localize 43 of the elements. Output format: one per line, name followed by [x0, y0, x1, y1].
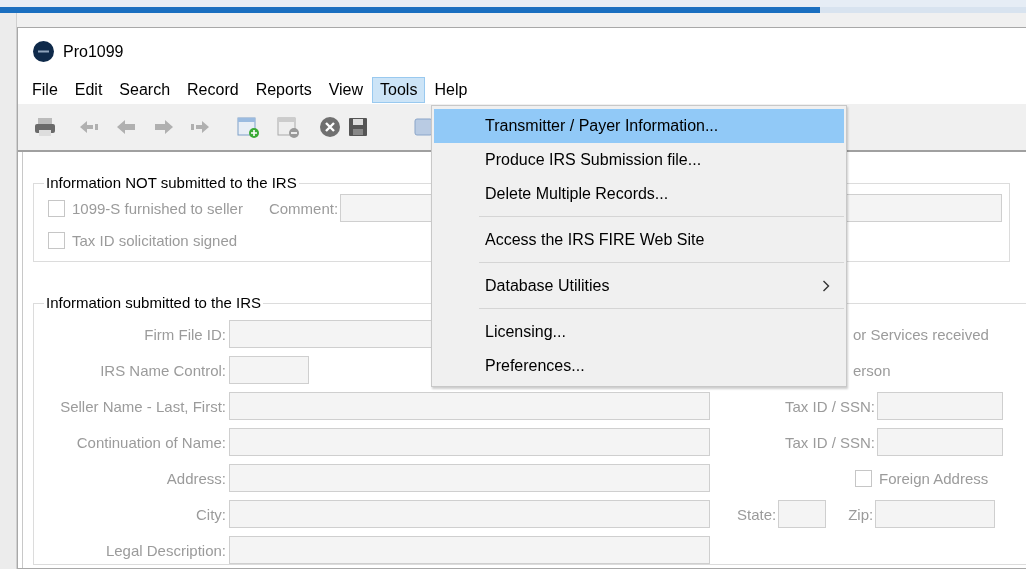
checkbox-label: erson: [853, 361, 891, 379]
menu-item[interactable]: Produce IRS Submission file...: [434, 143, 844, 177]
menu-item[interactable]: File: [24, 76, 66, 103]
field-label: State:: [737, 505, 777, 523]
checkbox-label: Tax ID solicitation signed: [72, 231, 238, 249]
checkbox-label: 1099-S furnished to seller: [72, 199, 243, 217]
menu-item[interactable]: Access the IRS FIRE Web Site: [434, 223, 844, 257]
menu-item[interactable]: Database Utilities: [434, 269, 844, 303]
cancel-icon[interactable]: [319, 116, 341, 138]
field-label: Comment:: [268, 199, 339, 217]
menu-item[interactable]: Tools: [372, 76, 426, 103]
printer-icon[interactable]: [34, 116, 56, 138]
menu-item[interactable]: Reports: [247, 76, 320, 103]
app-logo-icon: [33, 41, 54, 62]
field-label: Tax ID / SSN:: [784, 397, 875, 415]
menu-item[interactable]: Preferences...: [434, 349, 844, 383]
menu-item[interactable]: Transmitter / Payer Information...: [434, 109, 844, 143]
window-icon[interactable]: [412, 116, 434, 138]
field-label: IRS Name Control:: [99, 361, 226, 379]
field-label: City:: [195, 505, 226, 523]
field-label: Tax ID / SSN:: [784, 433, 875, 451]
menu-item[interactable]: Delete Multiple Records...: [434, 177, 844, 211]
checkbox-label: Foreign Address: [879, 469, 989, 487]
field-label: Legal Description:: [104, 541, 226, 559]
field-label: Address:: [165, 469, 226, 487]
add-record-icon[interactable]: [237, 116, 259, 138]
menu-item[interactable]: Record: [179, 76, 247, 103]
field-label: Continuation of Name:: [75, 433, 226, 451]
window-title: Pro1099: [63, 42, 124, 61]
field-label: Firm File ID:: [143, 325, 226, 343]
chevron-right-icon: [822, 280, 830, 292]
group-title: Information NOT submitted to the IRS: [46, 174, 297, 191]
field-label: Seller Name - Last, First:: [59, 397, 226, 415]
menu-item[interactable]: Licensing...: [434, 315, 844, 349]
group-title: Information submitted to the IRS: [46, 294, 262, 311]
menu-item[interactable]: Help: [426, 76, 476, 103]
checkbox-label: or Services received: [853, 325, 989, 343]
menu-item[interactable]: View: [320, 76, 372, 103]
menu-item[interactable]: Search: [111, 76, 179, 103]
menu-item[interactable]: Edit: [66, 76, 111, 103]
remove-record-icon[interactable]: [277, 116, 299, 138]
save-icon[interactable]: [347, 116, 369, 138]
field-label: Zip:: [848, 505, 874, 523]
